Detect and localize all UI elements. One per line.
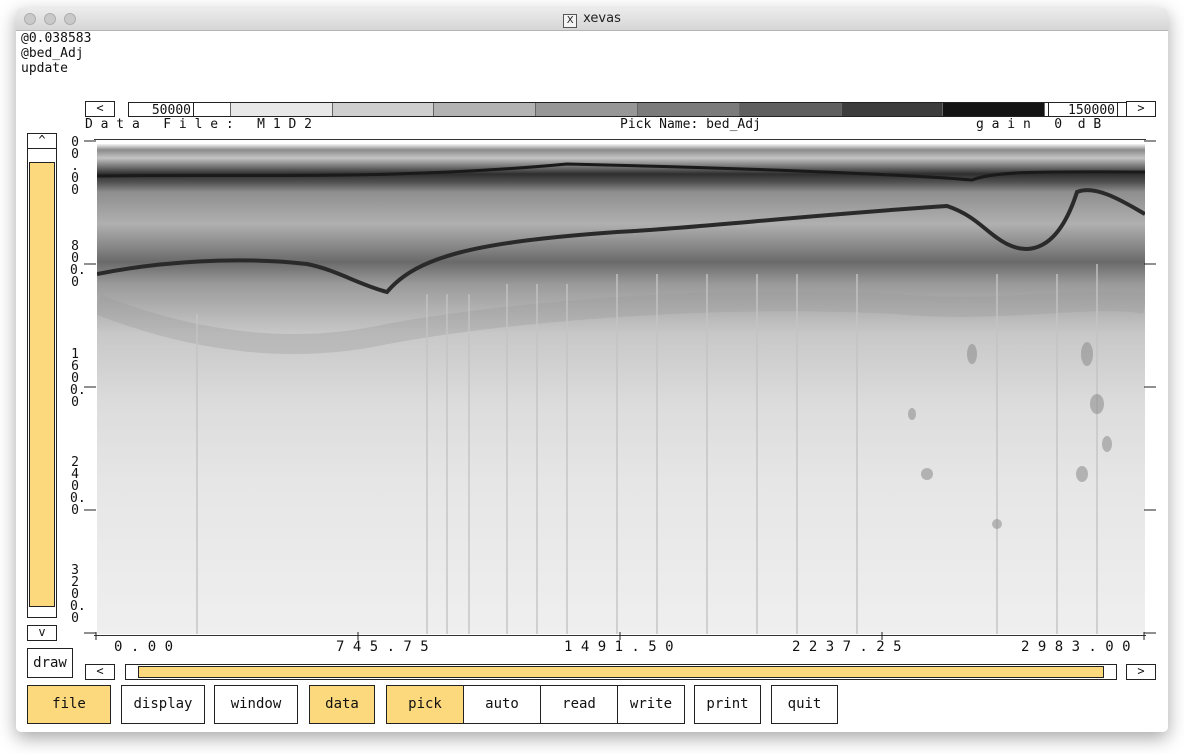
horizontal-scrollbar-thumb[interactable] bbox=[138, 666, 1104, 678]
colorbar-gradient[interactable] bbox=[128, 102, 1148, 117]
left-axis-ticks bbox=[84, 140, 96, 634]
y-axis-label: 0 . 0 0 bbox=[71, 147, 79, 198]
hscroll-left-button[interactable]: < bbox=[85, 664, 115, 680]
x-axis-label: 0 . 0 0 bbox=[114, 639, 174, 655]
x-axis-label: 2 2 3 7 . 2 5 bbox=[792, 639, 902, 655]
data-button[interactable]: data bbox=[309, 685, 375, 724]
y-axis-label: 1600.0 bbox=[70, 347, 86, 410]
title-bar: Xxevas bbox=[16, 8, 1168, 31]
x-axis-label: 7 4 5 . 7 5 bbox=[336, 639, 429, 655]
y-axis-label: 2400.0 bbox=[70, 455, 86, 518]
auto-button[interactable]: auto bbox=[463, 685, 541, 724]
file-button[interactable]: file bbox=[27, 685, 111, 724]
display-button[interactable]: display bbox=[121, 685, 205, 724]
xevas-window: Xxevas @0.038583 @bed_Adj update < 50000… bbox=[16, 8, 1168, 732]
x11-icon: X bbox=[563, 14, 578, 28]
x-axis-label: 2 9 8 3 . 0 0 bbox=[1021, 639, 1131, 655]
colorbar-max-value: 150000 bbox=[1048, 102, 1118, 118]
hscroll-right-button[interactable]: > bbox=[1126, 664, 1156, 680]
write-button[interactable]: write bbox=[617, 685, 685, 724]
y-axis-label: 3200.0 bbox=[70, 563, 86, 626]
x-axis-label: 1 4 9 1 . 5 0 bbox=[564, 639, 674, 655]
colorbar-left-button[interactable]: < bbox=[85, 101, 115, 117]
vertical-scrollbar-thumb[interactable] bbox=[29, 162, 55, 607]
gain-label: g a i n 0 d B bbox=[976, 117, 1102, 132]
horizontal-scrollbar[interactable] bbox=[125, 664, 1117, 680]
print-button[interactable]: print bbox=[694, 685, 761, 724]
pick-button[interactable]: pick bbox=[386, 685, 464, 724]
right-axis-ticks bbox=[1144, 140, 1156, 634]
pick-name-label: Pick Name: bed_Adj bbox=[620, 117, 761, 132]
status-line-pick: @bed_Adj bbox=[21, 46, 84, 61]
window-button[interactable]: window bbox=[214, 685, 298, 724]
y-axis-label: 800.0 bbox=[70, 239, 86, 290]
vscroll-up-button[interactable]: ^ bbox=[27, 133, 57, 149]
vscroll-down-button[interactable]: v bbox=[27, 625, 57, 641]
colorbar-min-value: 50000 bbox=[128, 102, 194, 118]
radargram-overlay bbox=[97, 162, 1145, 634]
status-line-coordinate: @0.038583 bbox=[21, 31, 92, 46]
quit-button[interactable]: quit bbox=[771, 685, 838, 724]
vertical-scrollbar[interactable] bbox=[27, 148, 57, 618]
colorbar-right-button[interactable]: > bbox=[1126, 101, 1156, 117]
read-button[interactable]: read bbox=[540, 685, 618, 724]
status-line-update: update bbox=[21, 61, 68, 76]
data-file-label: D a t a F i l e : M 1 D 2 bbox=[85, 117, 312, 132]
window-title: xevas bbox=[583, 11, 621, 26]
draw-button[interactable]: draw bbox=[27, 648, 73, 678]
